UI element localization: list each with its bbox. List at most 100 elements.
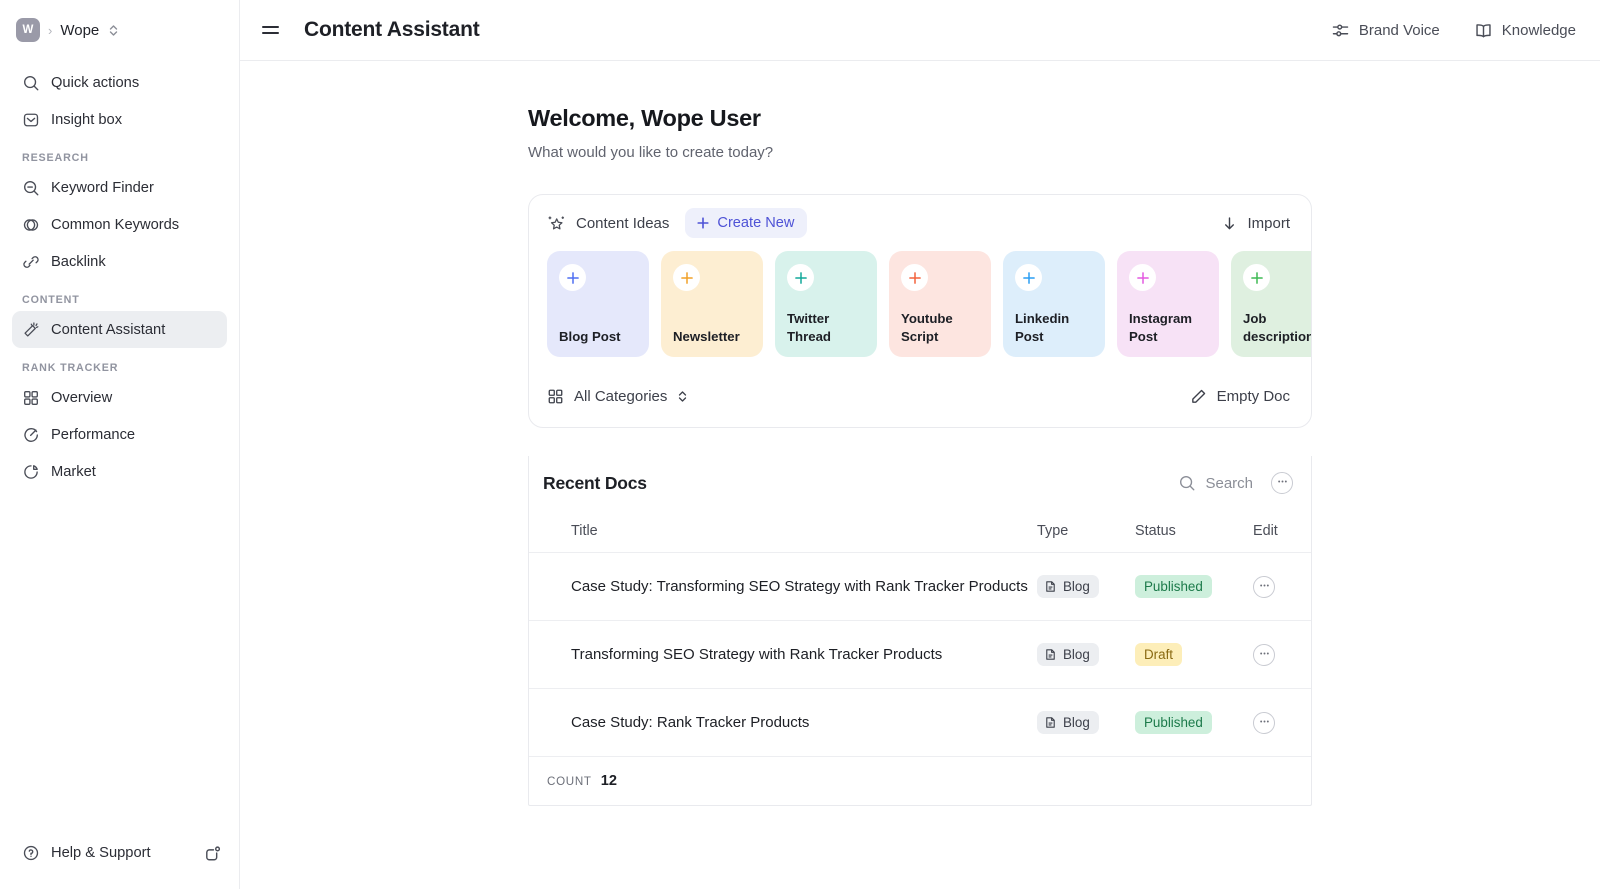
recent-docs-table: Title Type Status Edit Case Study: Trans… [529,510,1311,757]
status-badge: Published [1135,711,1212,734]
help-and-support-button[interactable]: Help & Support [12,835,161,871]
search-placeholder: Search [1205,474,1253,492]
row-more-button[interactable] [1253,575,1275,598]
document-icon [1044,580,1057,593]
doc-title[interactable]: Transforming SEO Strategy with Rank Trac… [529,620,1037,689]
welcome-title: Welcome, Wope User [528,105,761,131]
workspace-avatar: W [16,18,40,42]
all-categories-select[interactable]: All Categories [547,388,688,405]
empty-doc-label: Empty Doc [1216,387,1290,405]
recent-docs-more-button[interactable] [1271,472,1293,494]
sidebar-item-overview[interactable]: Overview [12,379,227,416]
sidebar-item-label: Content Assistant [51,321,166,338]
doc-title[interactable]: Case Study: Transforming SEO Strategy wi… [529,552,1037,621]
content-type-tile-label: Youtube Script [901,311,953,344]
content-center-column: Welcome, Wope User What would you like t… [528,61,1312,806]
notification-dot-icon[interactable] [197,838,227,868]
column-header-status[interactable]: Status [1135,510,1253,553]
doc-edit-cell [1253,620,1311,689]
chevron-updown-icon [108,24,119,37]
pencil-icon [1190,388,1207,405]
recent-docs-title: Recent Docs [543,472,647,493]
recent-docs-header: Recent Docs Search [529,456,1311,510]
top-bar-actions: Brand Voice Knowledge [1331,21,1576,40]
content-type-tile[interactable]: Twitter Thread [775,251,877,357]
hamburger-icon[interactable] [262,17,288,43]
content-ideas-footer: All Categories Empty Doc [529,365,1311,427]
workspace-switcher[interactable]: W › Wope [0,0,239,60]
plus-icon [1015,264,1042,291]
column-header-edit[interactable]: Edit [1253,510,1311,553]
table-row[interactable]: Case Study: Transforming SEO Strategy wi… [529,552,1311,621]
doc-status-cell: Draft [1135,620,1253,689]
content-ideas-label: Content Ideas [576,214,670,232]
document-icon [1044,648,1057,661]
status-badge: Draft [1135,643,1183,666]
column-header-type[interactable]: Type [1037,510,1135,553]
sidebar-section-title: CONTENT [22,294,80,306]
table-row[interactable]: Case Study: Rank Tracker Products Blog Pub… [529,688,1311,757]
content-type-tile-label: Instagram Post [1129,311,1193,344]
keyword-search-icon [22,179,40,197]
column-header-title[interactable]: Title [529,510,1037,553]
plus-icon [787,264,814,291]
plus-icon [696,216,710,230]
table-header-row: Title Type Status Edit [529,510,1311,553]
sidebar: W › Wope Quick actions Insight box RESEA… [0,0,240,889]
plus-icon [559,264,586,291]
doc-title[interactable]: Case Study: Rank Tracker Products [529,688,1037,757]
breadcrumb-separator: › [48,22,53,38]
sidebar-item-common-keywords[interactable]: Common Keywords [12,206,227,243]
type-badge: Blog [1037,643,1099,666]
welcome-subtitle: What would you like to create today? [528,144,774,161]
content-type-tile-label: Linkedin Post [1015,311,1070,344]
sidebar-item-keyword-finder[interactable]: Keyword Finder [12,169,227,206]
row-more-button[interactable] [1253,643,1275,666]
sidebar-section-content: CONTENT Content Assistant [0,280,239,348]
sidebar-item-content-assistant[interactable]: Content Assistant [12,311,227,348]
create-new-button[interactable]: Create New [685,208,808,238]
help-label: Help & Support [51,845,151,861]
plus-icon [1129,264,1156,291]
content-type-tile-label: Job description [1243,311,1311,344]
type-badge-label: Blog [1063,579,1090,594]
page-title: Content Assistant [304,18,480,41]
content-type-tiles: Blog Post Newsletter Twitter Thread Youtube… [529,251,1311,357]
sidebar-item-market[interactable]: Market [12,453,227,490]
sidebar-item-quick-actions[interactable]: Quick actions [12,64,227,101]
sidebar-item-label: Overview [51,389,113,406]
content-type-tile[interactable]: Newsletter [661,251,763,357]
plus-icon [1243,264,1270,291]
knowledge-button[interactable]: Knowledge [1474,21,1576,40]
recent-docs-section: Recent Docs Search Title Type Status Edi… [528,456,1312,806]
sidebar-item-label: Quick actions [51,74,140,91]
sliders-icon [1331,21,1350,40]
brand-voice-button[interactable]: Brand Voice [1331,21,1440,40]
empty-doc-button[interactable]: Empty Doc [1190,388,1290,405]
book-open-icon [1474,21,1493,40]
content-type-tile[interactable]: Youtube Script [889,251,991,357]
content-type-tile[interactable]: Instagram Post [1117,251,1219,357]
sidebar-item-performance[interactable]: Performance [12,416,227,453]
sidebar-item-insight-box[interactable]: Insight box [12,101,227,138]
content-type-tile[interactable]: Blog Post [547,251,649,357]
chevron-updown-icon [677,390,688,403]
download-arrow-icon [1221,215,1238,232]
content-type-tile[interactable]: Job description [1231,251,1311,357]
row-more-button[interactable] [1253,711,1275,734]
type-badge-label: Blog [1063,647,1090,662]
venn-circles-icon [22,216,40,234]
count-value: 12 [600,773,617,789]
doc-edit-cell [1253,552,1311,621]
sidebar-item-label: Backlink [51,253,106,270]
count-label: COUNT [547,774,592,788]
search-input[interactable]: Search [1178,474,1253,492]
content-type-tiles-scroller[interactable]: Blog Post Newsletter Twitter Thread Youtube… [529,251,1311,357]
magic-wand-icon [22,321,40,339]
sidebar-section-research: RESEARCH Keyword Finder Common Keywords [0,138,239,280]
doc-edit-cell [1253,688,1311,757]
import-button[interactable]: Import [1221,215,1290,232]
table-row[interactable]: Transforming SEO Strategy with Rank Trac… [529,620,1311,689]
content-type-tile[interactable]: Linkedin Post [1003,251,1105,357]
sidebar-item-backlink[interactable]: Backlink [12,243,227,280]
